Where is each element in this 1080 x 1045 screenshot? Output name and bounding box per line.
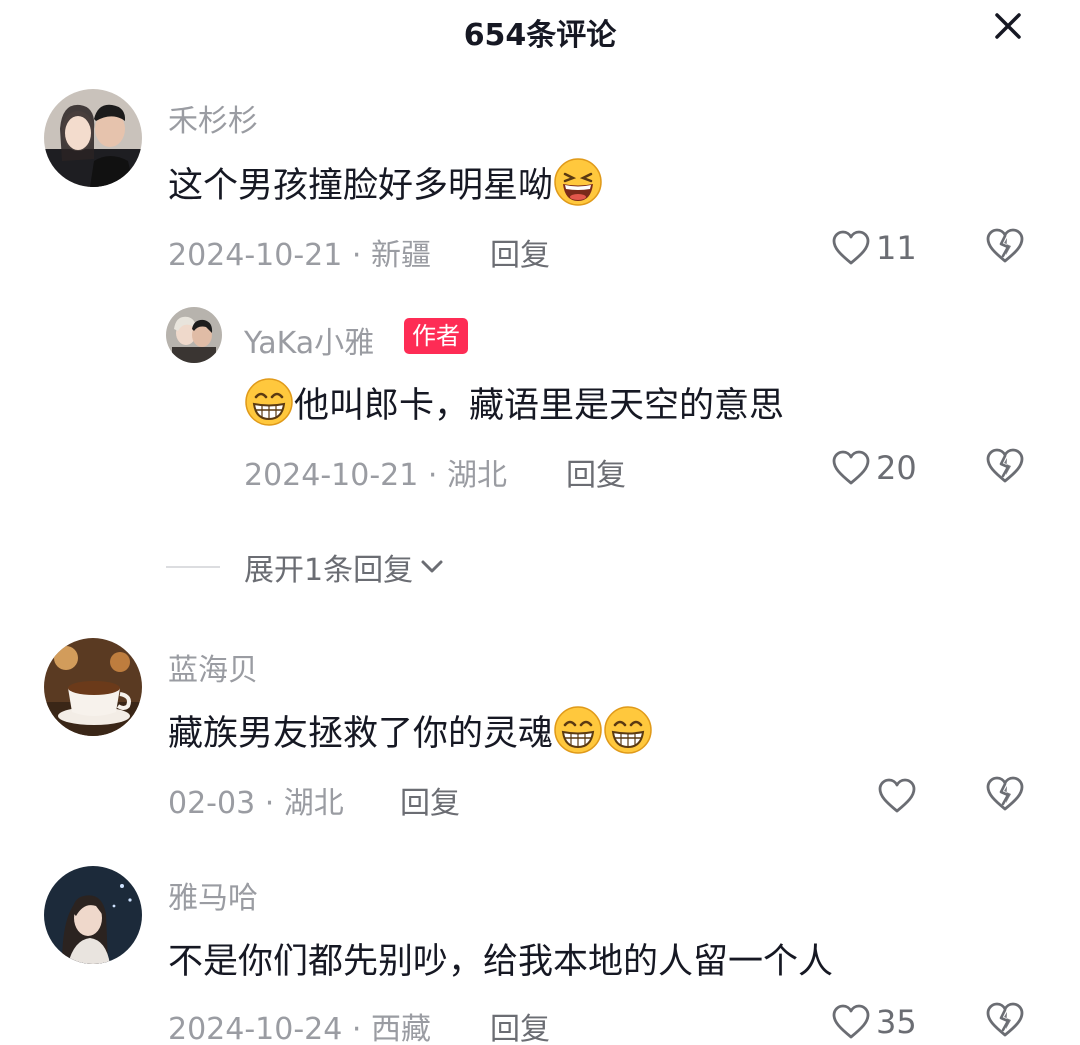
comment-meta: 2024-10-21 · 新疆 — [168, 238, 431, 273]
reply-button[interactable]: 回复 — [490, 230, 550, 274]
laughing-emoji-icon — [554, 158, 602, 206]
comment-username[interactable]: 雅马哈 — [168, 873, 258, 917]
heart-icon — [832, 450, 870, 485]
like-button[interactable]: 11 — [832, 226, 917, 270]
heart-icon — [832, 230, 870, 265]
comment-text: 他叫郎卡，藏语里是天空的意思 — [244, 377, 784, 427]
comment-text-content: 不是你们都先别吵，给我本地的人留一个人 — [168, 941, 834, 982]
comments-panel: 654条评论 禾杉杉 这个男孩撞脸好多明星呦 2024-10-21 · 新疆 回… — [0, 0, 1080, 1045]
broken-heart-icon — [986, 448, 1024, 483]
comment-text: 藏族男友拯救了你的灵魂 — [168, 705, 653, 755]
dislike-button[interactable] — [986, 448, 1024, 488]
grinning-emoji-icon — [604, 706, 652, 754]
broken-heart-icon — [986, 1002, 1024, 1037]
reply-button[interactable]: 回复 — [490, 1004, 550, 1045]
broken-heart-icon — [986, 228, 1024, 263]
reply-button[interactable]: 回复 — [400, 778, 460, 822]
comment-text-content: 他叫郎卡，藏语里是天空的意思 — [294, 385, 785, 426]
comment-meta: 2024-10-21 · 湖北 — [244, 458, 507, 493]
grinning-emoji-icon — [245, 378, 293, 426]
avatar[interactable] — [44, 638, 142, 736]
comment-username[interactable]: 蓝海贝 — [168, 645, 258, 689]
expand-replies-label: 展开1条回复 — [244, 553, 414, 588]
avatar[interactable] — [44, 866, 142, 964]
broken-heart-icon — [986, 776, 1024, 811]
dislike-button[interactable] — [986, 776, 1024, 816]
grinning-emoji-icon — [554, 706, 602, 754]
like-count: 20 — [876, 449, 917, 487]
author-badge: 作者 — [404, 318, 468, 354]
like-button[interactable]: 35 — [832, 1000, 917, 1044]
comments-header: 654条评论 — [0, 0, 1080, 62]
reply-button[interactable]: 回复 — [566, 450, 626, 494]
comment-text: 不是你们都先别吵，给我本地的人留一个人 — [168, 933, 833, 983]
divider — [166, 566, 220, 568]
expand-replies-button[interactable]: 展开1条回复 — [166, 542, 447, 592]
like-count: 11 — [876, 229, 917, 267]
like-button[interactable]: 20 — [832, 446, 917, 490]
comment-count-title: 654条评论 — [463, 18, 617, 53]
dislike-button[interactable] — [986, 1002, 1024, 1042]
comment-username[interactable]: YaKa小雅 — [244, 318, 374, 362]
comment-text-content: 藏族男友拯救了你的灵魂 — [168, 713, 554, 754]
dislike-button[interactable] — [986, 228, 1024, 268]
comment-text: 这个男孩撞脸好多明星呦 — [168, 157, 603, 207]
close-button[interactable] — [988, 6, 1028, 46]
heart-icon — [832, 1004, 870, 1039]
avatar[interactable] — [44, 89, 142, 187]
comment-meta: 02-03 · 湖北 — [168, 786, 344, 821]
comment-username[interactable]: 禾杉杉 — [168, 96, 258, 140]
like-button[interactable] — [878, 774, 922, 818]
comment-meta: 2024-10-24 · 西藏 — [168, 1012, 431, 1045]
heart-icon — [878, 778, 916, 813]
like-count: 35 — [876, 1003, 917, 1041]
chevron-down-icon — [421, 560, 443, 573]
comment-text-content: 这个男孩撞脸好多明星呦 — [168, 165, 554, 206]
close-icon — [995, 13, 1021, 39]
avatar[interactable] — [166, 307, 222, 363]
